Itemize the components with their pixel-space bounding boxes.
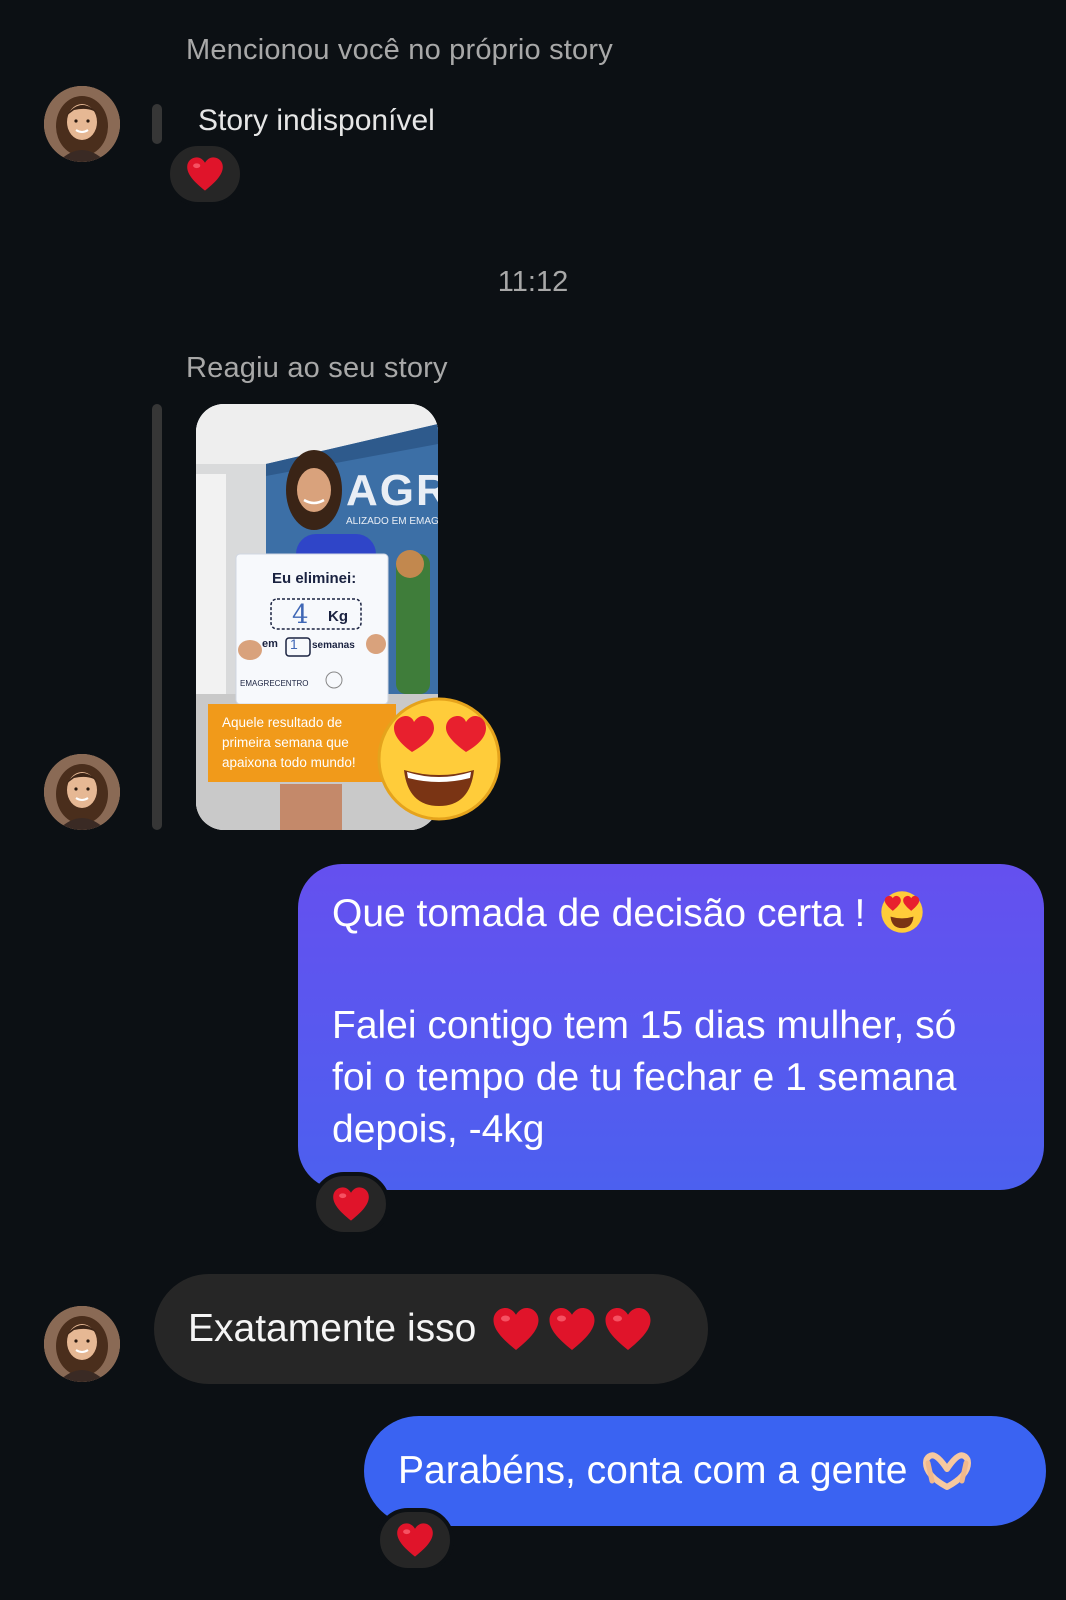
avatar[interactable]	[44, 86, 120, 162]
avatar[interactable]	[44, 754, 120, 830]
red-heart-icon	[187, 157, 223, 191]
message-timestamp: 11:12	[497, 266, 569, 298]
hearts-group	[492, 1306, 652, 1352]
message-text: Exatamente isso	[188, 1307, 477, 1350]
red-heart-icon	[397, 1523, 433, 1557]
story-reaction-notice: Reagiu ao seu story	[186, 352, 448, 384]
svg-text:EMAGRECENTRO: EMAGRECENTRO	[240, 679, 308, 688]
story-wall-text: AGREG	[346, 466, 438, 515]
avatar-photo	[44, 86, 120, 162]
sign-em-label: em	[262, 638, 278, 650]
story-unavailable-label[interactable]: Story indisponível	[198, 104, 435, 138]
reaction-pill[interactable]	[376, 1508, 454, 1572]
message-text-line: Que tomada de decisão certa !	[332, 892, 866, 935]
story-caption: Aquele resultado de primeira semana que …	[208, 704, 396, 782]
message-text-line: foi o tempo de tu fechar e 1 semana	[332, 1056, 957, 1099]
reaction-pill[interactable]	[312, 1172, 390, 1236]
sign-title: Eu eliminei:	[272, 570, 357, 587]
mention-notice: Mencionou você no próprio story	[186, 34, 613, 66]
red-heart-icon	[493, 1308, 539, 1350]
sign-weeks-value: 1	[290, 636, 298, 652]
chat-thread: Mencionou você no próprio story Story in…	[0, 0, 1066, 1600]
outgoing-message[interactable]: Que tomada de decisão certa ! Falei cont…	[298, 864, 1044, 1190]
incoming-message[interactable]: Exatamente isso	[154, 1274, 708, 1384]
sign-weeks-label: semanas	[312, 640, 355, 651]
reply-bar	[152, 104, 162, 144]
avatar-photo	[44, 1306, 120, 1382]
red-heart-icon	[549, 1308, 595, 1350]
sign-weight-unit: Kg	[328, 608, 348, 625]
heart-eyes-emoji-icon	[881, 891, 924, 933]
message-text-line: depois, -4kg	[332, 1108, 545, 1151]
red-heart-icon	[605, 1308, 651, 1350]
heart-hands-emoji-icon	[922, 1452, 971, 1490]
story-wall-subtext: ALIZADO EM EMAGR	[346, 516, 438, 527]
reaction-pill[interactable]	[166, 142, 244, 206]
sign-weight-value: 4	[292, 600, 309, 630]
avatar[interactable]	[44, 1306, 120, 1382]
red-heart-icon	[333, 1187, 369, 1221]
message-text-line: Falei contigo tem 15 dias mulher, só	[332, 1004, 957, 1047]
avatar-photo	[44, 754, 120, 830]
message-text: Parabéns, conta com a gente	[398, 1449, 908, 1492]
heart-eyes-reaction-icon	[374, 694, 504, 824]
reply-bar	[152, 404, 162, 830]
outgoing-message[interactable]: Parabéns, conta com a gente	[364, 1416, 1046, 1526]
